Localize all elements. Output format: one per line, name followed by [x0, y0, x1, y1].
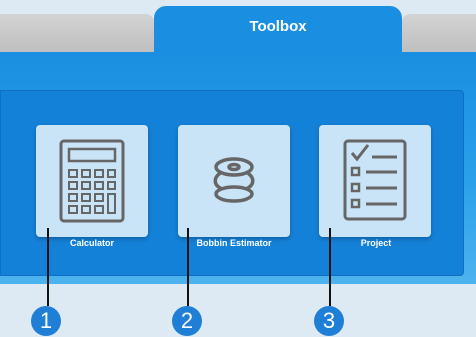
bobbin-estimator-tile[interactable]: [178, 125, 290, 237]
checklist-icon: [343, 139, 407, 221]
callout-line-3: [329, 228, 331, 306]
project-tile[interactable]: [319, 125, 431, 237]
callout-badge-3: 3: [314, 306, 344, 336]
tab-right[interactable]: [402, 14, 476, 56]
calculator-icon: [59, 139, 125, 223]
tab-bar: Toolbox: [0, 0, 476, 58]
callout-line-2: [187, 228, 189, 306]
tab-toolbox[interactable]: Toolbox: [154, 6, 402, 58]
callout-badge-2: 2: [172, 306, 202, 336]
project-label: Project: [360, 238, 392, 248]
calculator-label: Calculator: [69, 238, 114, 248]
calculator-tile[interactable]: [36, 125, 148, 237]
callout-line-1: [47, 228, 49, 306]
callout-badge-1: 1: [31, 306, 61, 336]
bobbin-estimator-label: Bobbin Estimator: [196, 238, 272, 248]
bobbin-icon: [213, 157, 255, 203]
tab-left[interactable]: [0, 14, 154, 56]
